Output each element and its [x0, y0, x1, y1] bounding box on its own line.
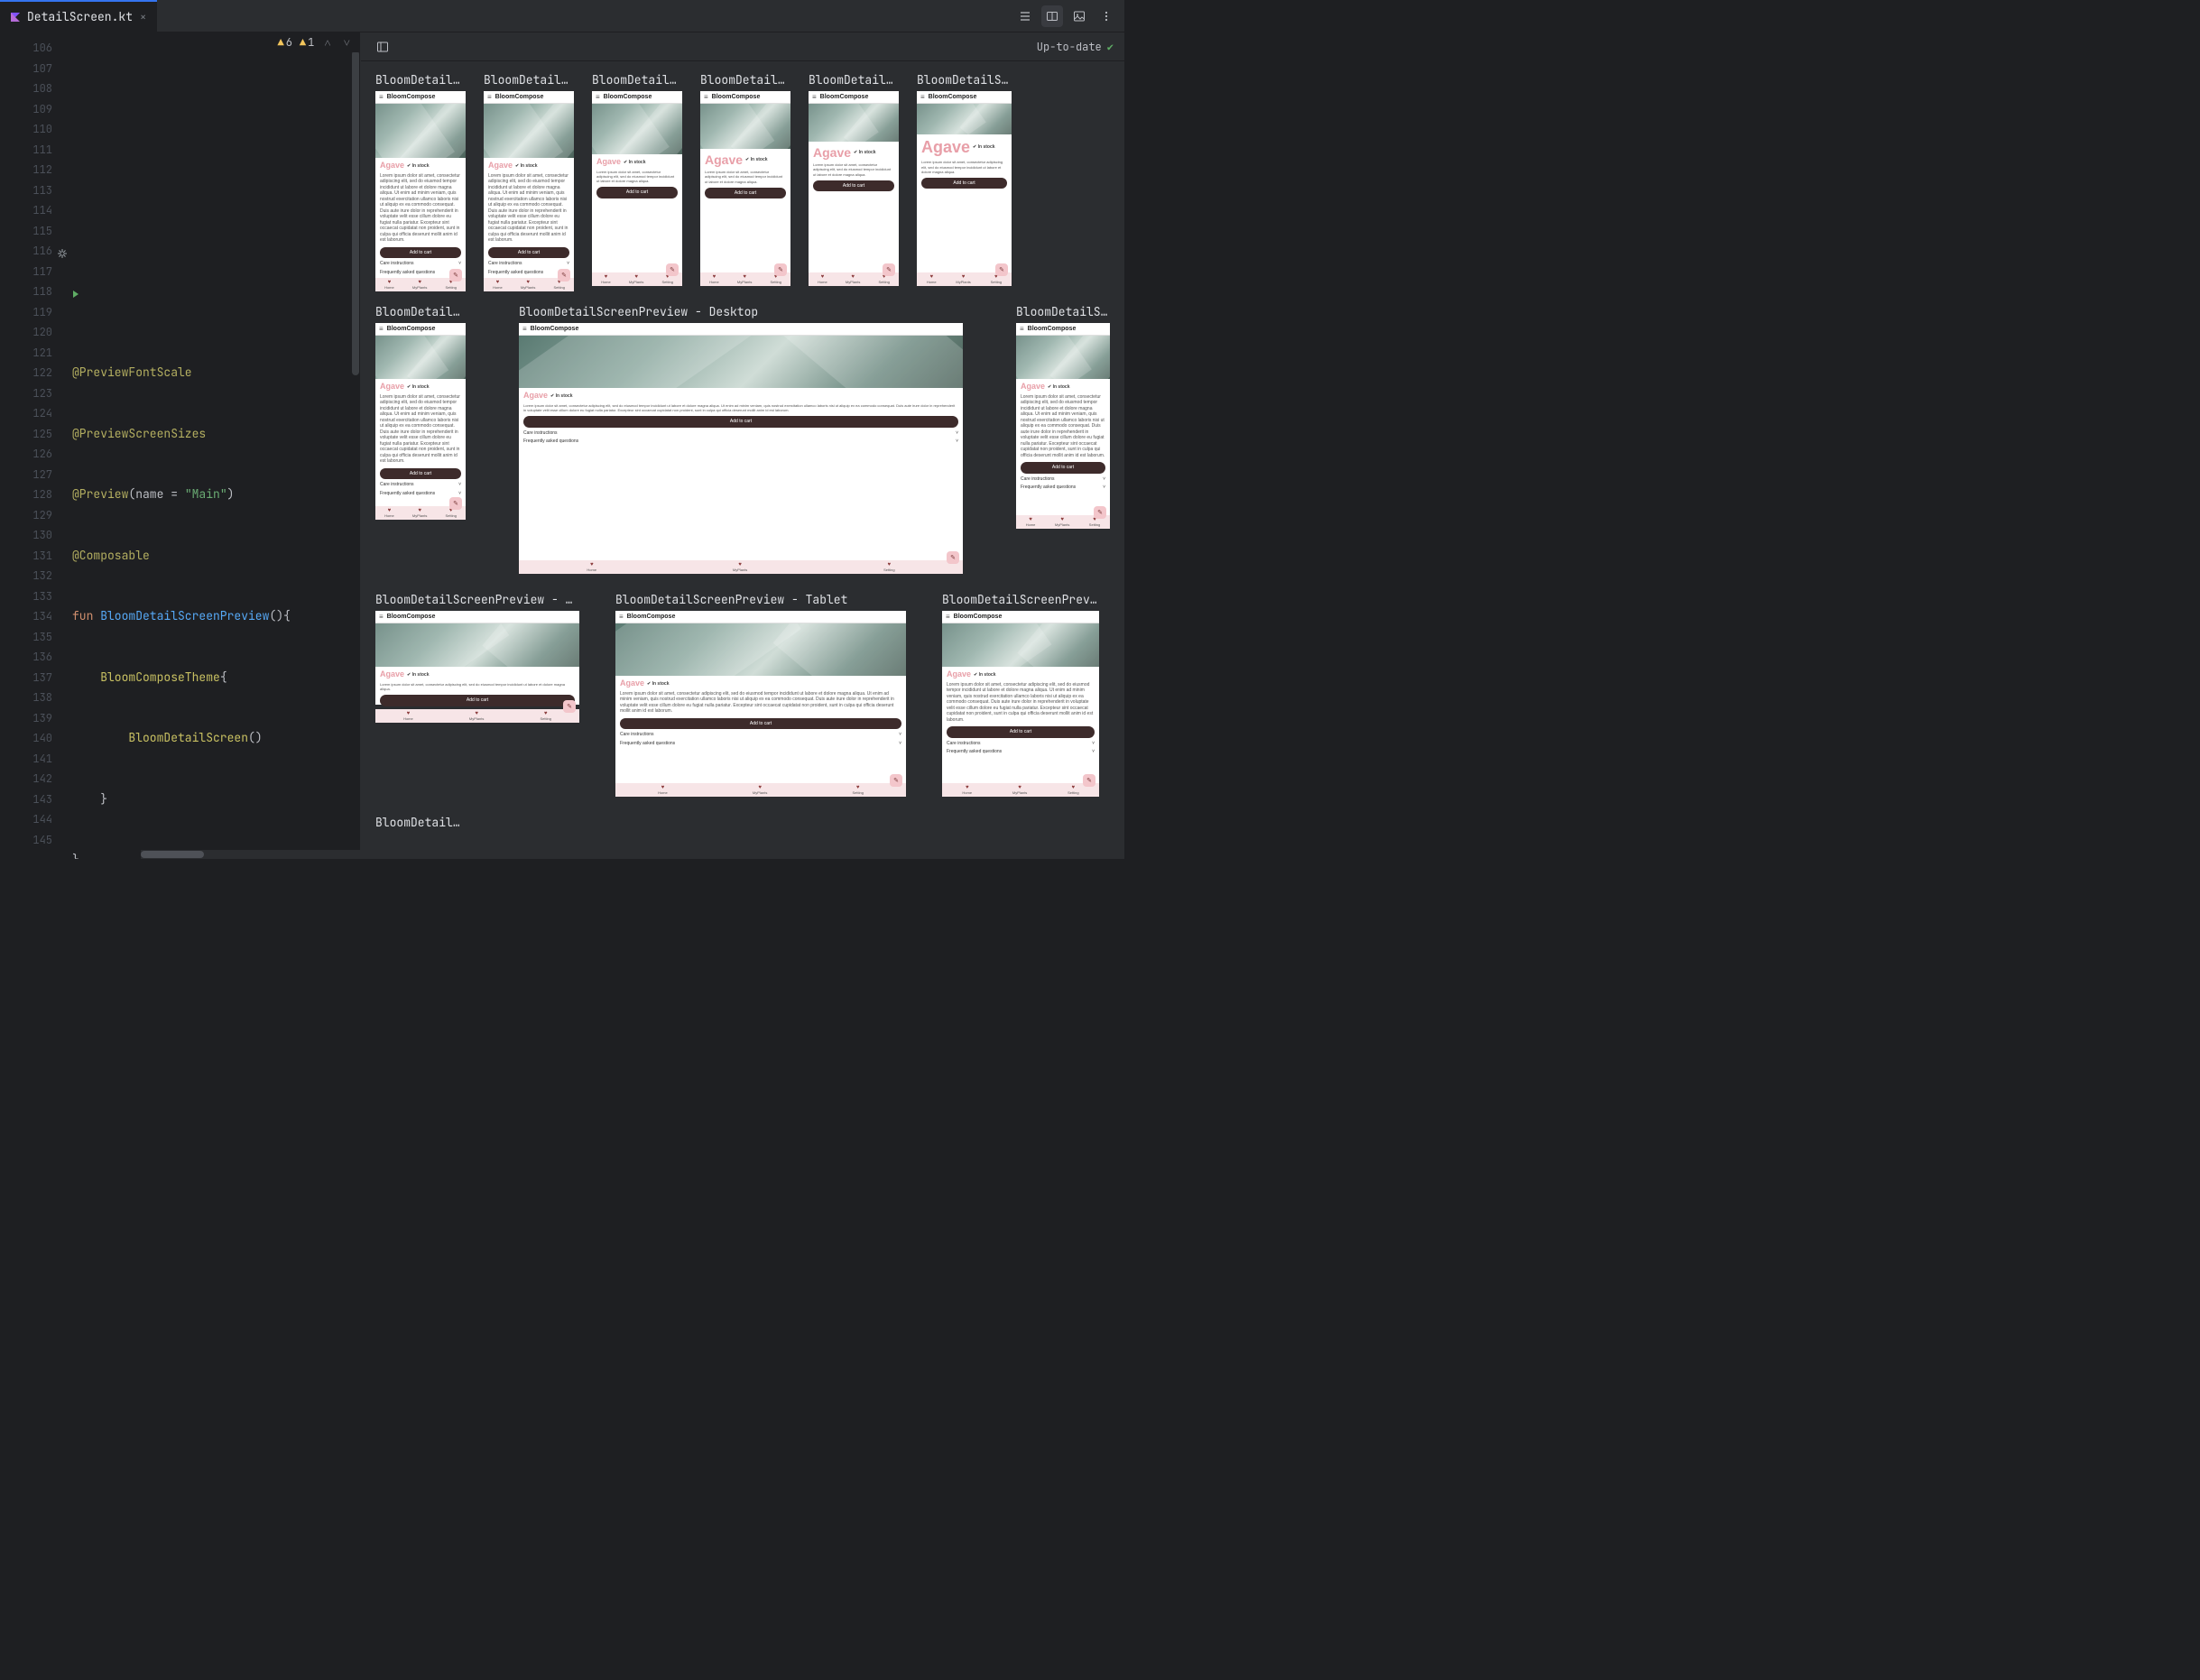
editor-inspections-bar: ▲ 6 ▲ 1 ˄ ˅ — [271, 32, 361, 52]
preview-status: Up-to-date ✔ — [1037, 40, 1114, 54]
editor-vscrollbar[interactable] — [351, 32, 360, 859]
preview-label: BloomDetailSc… — [1016, 304, 1110, 319]
preview-label: BloomDetailSc… — [375, 72, 466, 88]
kotlin-file-icon — [9, 11, 22, 23]
preview-label: BloomDetailScreenPreview - Tablet — [615, 592, 906, 607]
preview-label: BloomDetailScreenPreview - Pho… — [375, 592, 579, 607]
preview-label: BloomDetailSc… — [592, 72, 682, 88]
preview-label: BloomDetailSc… — [375, 815, 466, 830]
preview-label: BloomDetailSc… — [375, 304, 466, 319]
more-options-icon[interactable] — [1095, 5, 1117, 27]
prev-highlight-icon[interactable]: ˄ — [321, 35, 333, 51]
preview-device[interactable]: ≡BloomCompose Agave✔ In stock Lorem ipsu… — [615, 611, 906, 797]
preview-device[interactable]: ≡BloomCompose Agave✔ In stock Lorem ipsu… — [700, 91, 790, 286]
preview-device[interactable]: ≡BloomCompose Agave✔ In stock Lorem ipsu… — [375, 91, 466, 286]
preview-label: BloomDetailScreenPrevie… — [942, 592, 1099, 607]
check-icon: ✔ — [1107, 40, 1114, 54]
editor-tab[interactable]: DetailScreen.kt × — [0, 0, 157, 32]
preview-device[interactable]: ≡BloomCompose Agave✔ In stock Lorem ipsu… — [519, 323, 963, 574]
preview-layout-icon[interactable] — [372, 36, 393, 58]
preview-label: BloomDetailSc… — [484, 72, 574, 88]
close-tab-icon[interactable]: × — [138, 8, 148, 26]
preview-device[interactable]: ≡BloomCompose Agave✔ In stock Lorem ipsu… — [375, 611, 579, 705]
tab-filename: DetailScreen.kt — [27, 9, 133, 24]
preview-device[interactable]: ≡BloomCompose Agave✔ In stock Lorem ipsu… — [484, 91, 574, 286]
next-highlight-icon[interactable]: ˅ — [341, 35, 353, 51]
preview-label: BloomDetailSc… — [917, 72, 1012, 88]
inspection-weak-warning[interactable]: ▲ 1 — [300, 35, 314, 50]
preview-label: BloomDetailSc… — [700, 72, 790, 88]
code-editor[interactable]: ▲ 6 ▲ 1 ˄ ˅ 106107108 109110111 11211311… — [0, 32, 361, 859]
view-list-icon[interactable] — [1014, 5, 1036, 27]
preview-label: BloomDetailScreenPreview - Desktop — [519, 304, 963, 319]
view-split-icon[interactable] — [1041, 5, 1063, 27]
preview-device[interactable]: ≡BloomCompose Agave✔ In stock Lorem ipsu… — [917, 91, 1012, 286]
inspection-warning[interactable]: ▲ 6 — [278, 35, 292, 50]
compose-preview-pane: Up-to-date ✔ BloomDetailSc… ≡BloomCompos… — [361, 32, 1124, 859]
line-number-gutter: 106107108 109110111 112113114 115 116 11… — [0, 32, 69, 859]
preview-device[interactable]: ≡BloomCompose Agave✔ In stock Lorem ipsu… — [809, 91, 899, 286]
preview-label: BloomDetailSc… — [809, 72, 899, 88]
tab-bar: DetailScreen.kt × — [0, 0, 1124, 32]
preview-device[interactable]: ≡BloomCompose Agave✔ In stock Lorem ipsu… — [375, 323, 466, 520]
warning-icon: ▲ — [278, 35, 284, 50]
code-content[interactable]: @PreviewFontScale @PreviewScreenSizes @P… — [69, 32, 360, 859]
warning-icon: ▲ — [300, 35, 306, 50]
preview-canvas[interactable]: BloomDetailSc… ≡BloomCompose Agave✔ In s… — [361, 61, 1124, 859]
preview-device[interactable]: ≡BloomCompose Agave✔ In stock Lorem ipsu… — [1016, 323, 1110, 529]
view-image-icon[interactable] — [1068, 5, 1090, 27]
preview-device[interactable]: ≡BloomCompose Agave✔ In stock Lorem ipsu… — [942, 611, 1099, 797]
editor-hscrollbar[interactable] — [141, 850, 360, 859]
preview-device[interactable]: ≡BloomCompose Agave✔ In stock Lorem ipsu… — [592, 91, 682, 286]
